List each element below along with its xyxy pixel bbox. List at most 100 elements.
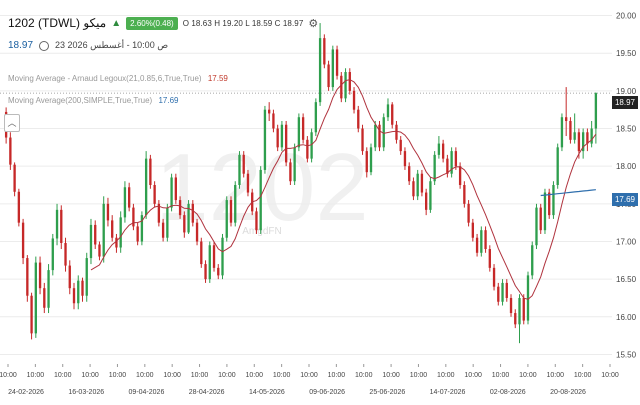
candle-body[interactable] [9, 137, 12, 165]
candle-body[interactable] [314, 102, 318, 133]
candle-body[interactable] [365, 151, 368, 173]
candle-body[interactable] [225, 200, 228, 238]
candle-body[interactable] [183, 215, 186, 233]
candle-body[interactable] [586, 132, 589, 144]
candle-body[interactable] [208, 245, 211, 280]
candle-body[interactable] [560, 117, 564, 148]
candle-body[interactable] [234, 185, 237, 223]
candle-body[interactable] [518, 297, 521, 325]
candle-body[interactable] [433, 154, 436, 182]
candle-body[interactable] [514, 313, 517, 325]
candle-body[interactable] [26, 258, 29, 296]
candle-body[interactable] [34, 262, 37, 334]
candle-body[interactable] [369, 147, 373, 173]
indicator-alma[interactable]: Moving Average - Arnaud Legoux(21,0.85,6… [8, 74, 228, 83]
gear-icon[interactable]: ⚙ [308, 17, 318, 30]
candle-body[interactable] [280, 124, 284, 148]
candle-body[interactable] [195, 222, 199, 242]
candle-body[interactable] [17, 191, 21, 223]
candle-body[interactable] [89, 224, 93, 259]
candle-body[interactable] [573, 132, 576, 140]
candle-body[interactable] [115, 237, 118, 248]
candle-body[interactable] [403, 151, 407, 167]
candle-body[interactable] [221, 237, 224, 276]
candle-body[interactable] [497, 286, 500, 302]
candle-body[interactable] [569, 120, 572, 140]
candle-body[interactable] [38, 262, 42, 289]
candle-body[interactable] [289, 162, 292, 182]
candle-body[interactable] [102, 203, 105, 257]
candle-body[interactable] [64, 242, 67, 266]
candle-body[interactable] [30, 295, 33, 334]
candle-body[interactable] [106, 203, 110, 221]
price-chart[interactable]: 1202AmgdFN20.0019.5019.0018.5018.0017.50… [0, 0, 640, 400]
candle-body[interactable] [556, 147, 559, 185]
candle-body[interactable] [123, 187, 127, 218]
candle-body[interactable] [327, 64, 330, 88]
candle-body[interactable] [217, 267, 220, 276]
candle-body[interactable] [318, 38, 322, 103]
candle-body[interactable] [136, 226, 139, 242]
candle-body[interactable] [85, 258, 88, 296]
candle-body[interactable] [446, 158, 449, 174]
candle-body[interactable] [344, 72, 347, 99]
candle-body[interactable] [170, 177, 173, 208]
candle-body[interactable] [98, 244, 101, 257]
candle-body[interactable] [47, 270, 50, 308]
candle-body[interactable] [505, 282, 508, 298]
candle-body[interactable] [382, 117, 385, 148]
candle-body[interactable] [437, 143, 441, 155]
candle-body[interactable] [552, 185, 555, 216]
candle-body[interactable] [395, 124, 398, 140]
candle-body[interactable] [539, 207, 542, 231]
candle-body[interactable] [543, 192, 547, 231]
indicator-sma[interactable]: Moving Average(200,SIMPLE,True,True) 17.… [8, 96, 178, 105]
candle-body[interactable] [259, 169, 262, 231]
candle-body[interactable] [357, 109, 360, 129]
candle-body[interactable] [246, 173, 250, 193]
candle-body[interactable] [386, 104, 390, 118]
candle-body[interactable] [13, 164, 16, 192]
candle-body[interactable] [272, 113, 275, 129]
candle-body[interactable] [374, 124, 377, 148]
candle-body[interactable] [111, 220, 114, 238]
candle-body[interactable] [161, 222, 165, 238]
candle-body[interactable] [178, 200, 182, 216]
candle-body[interactable] [348, 72, 351, 91]
candle-body[interactable] [501, 282, 504, 302]
candle-body[interactable] [229, 200, 233, 223]
candle-body[interactable] [127, 187, 131, 208]
candle-body[interactable] [310, 132, 313, 159]
candle-body[interactable] [522, 297, 525, 321]
candle-body[interactable] [352, 90, 356, 110]
candle-body[interactable] [408, 166, 411, 182]
chart-stage[interactable]: 1202AmgdFN20.0019.5019.0018.5018.0017.50… [0, 0, 640, 400]
candle-body[interactable] [492, 267, 496, 287]
candle-body[interactable] [548, 192, 551, 216]
candle-body[interactable] [361, 128, 364, 152]
candle-body[interactable] [509, 297, 513, 314]
candle-body[interactable] [454, 151, 458, 167]
candle-body[interactable] [51, 238, 54, 271]
candle-body[interactable] [212, 245, 216, 268]
candle-body[interactable] [297, 117, 301, 148]
candle-body[interactable] [293, 147, 296, 182]
candle-body[interactable] [378, 124, 381, 148]
candle-body[interactable] [399, 139, 402, 152]
candle-body[interactable] [263, 109, 267, 170]
candle-body[interactable] [340, 75, 343, 99]
candle-body[interactable] [276, 128, 279, 148]
candle-body[interactable] [238, 154, 241, 185]
candle-body[interactable] [416, 173, 419, 197]
candle-body[interactable] [174, 177, 178, 201]
candle-body[interactable] [594, 93, 598, 129]
candle-body[interactable] [68, 265, 71, 289]
candle-body[interactable] [480, 230, 483, 253]
candle-body[interactable] [166, 207, 169, 238]
candle-body[interactable] [441, 143, 445, 159]
candle-body[interactable] [429, 181, 432, 210]
candle-body[interactable] [255, 211, 258, 231]
candle-body[interactable] [488, 249, 491, 268]
candle-body[interactable] [391, 104, 394, 125]
candle-body[interactable] [458, 166, 462, 185]
